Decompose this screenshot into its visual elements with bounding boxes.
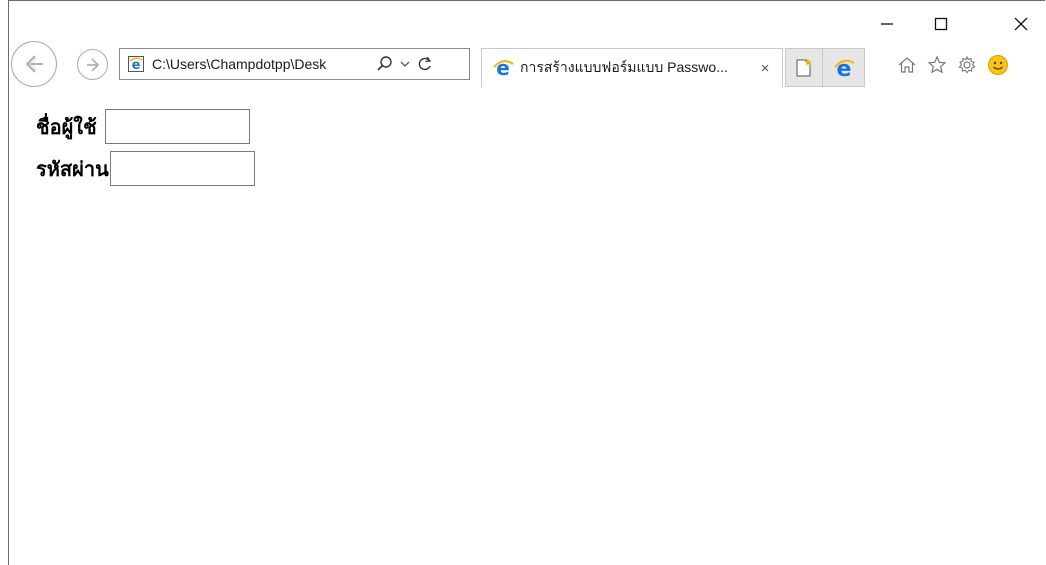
password-input[interactable] xyxy=(109,151,255,186)
dropdown-arrow-icon[interactable] xyxy=(396,49,414,79)
close-window-button[interactable] xyxy=(998,9,1044,39)
address-text[interactable]: C:\Users\Champdotpp\Desk xyxy=(152,56,366,72)
back-button[interactable] xyxy=(11,41,57,87)
tab-title: การสร้างแบบฟอร์มแบบ Passwo... xyxy=(520,59,728,75)
page-content: ชื่อผู้ใช้ รหัสผ่าน xyxy=(18,89,1045,565)
refresh-icon[interactable] xyxy=(414,49,436,79)
ie-logo-icon: e xyxy=(492,57,514,79)
back-arrow-icon xyxy=(26,55,43,73)
close-icon xyxy=(1014,17,1028,31)
username-label: ชื่อผู้ใช้ xyxy=(36,114,97,139)
minimize-icon xyxy=(881,23,893,25)
forward-arrow-icon xyxy=(86,57,99,72)
ie-page-icon: e xyxy=(126,54,146,74)
new-tab-button[interactable] xyxy=(785,48,823,87)
maximize-button[interactable] xyxy=(918,9,964,39)
gear-icon[interactable] xyxy=(953,51,981,79)
minimize-button[interactable] xyxy=(864,9,910,39)
tab-close-icon[interactable]: × xyxy=(756,59,774,77)
open-edge-button[interactable]: e xyxy=(823,48,865,87)
browser-window: e C:\Users\Champdotpp\Desk e การสร้างแบบ… xyxy=(8,0,1045,565)
maximize-icon xyxy=(934,17,948,31)
smiley-feedback-icon[interactable] xyxy=(984,51,1012,79)
tab-current-page[interactable]: e การสร้างแบบฟอร์มแบบ Passwo... × xyxy=(481,48,783,87)
new-tab-icon xyxy=(796,57,812,76)
password-row: รหัสผ่าน xyxy=(36,151,255,186)
username-row: ชื่อผู้ใช้ xyxy=(36,109,250,144)
home-icon[interactable] xyxy=(893,51,921,79)
favorites-star-icon[interactable] xyxy=(923,51,951,79)
search-icon[interactable] xyxy=(374,49,396,79)
svg-text:e: e xyxy=(132,58,141,73)
username-input[interactable] xyxy=(104,109,250,144)
address-bar[interactable]: e C:\Users\Champdotpp\Desk xyxy=(119,48,470,80)
ie-e-icon: e xyxy=(833,57,855,80)
password-label: รหัสผ่าน xyxy=(36,156,109,181)
forward-button[interactable] xyxy=(77,49,108,80)
